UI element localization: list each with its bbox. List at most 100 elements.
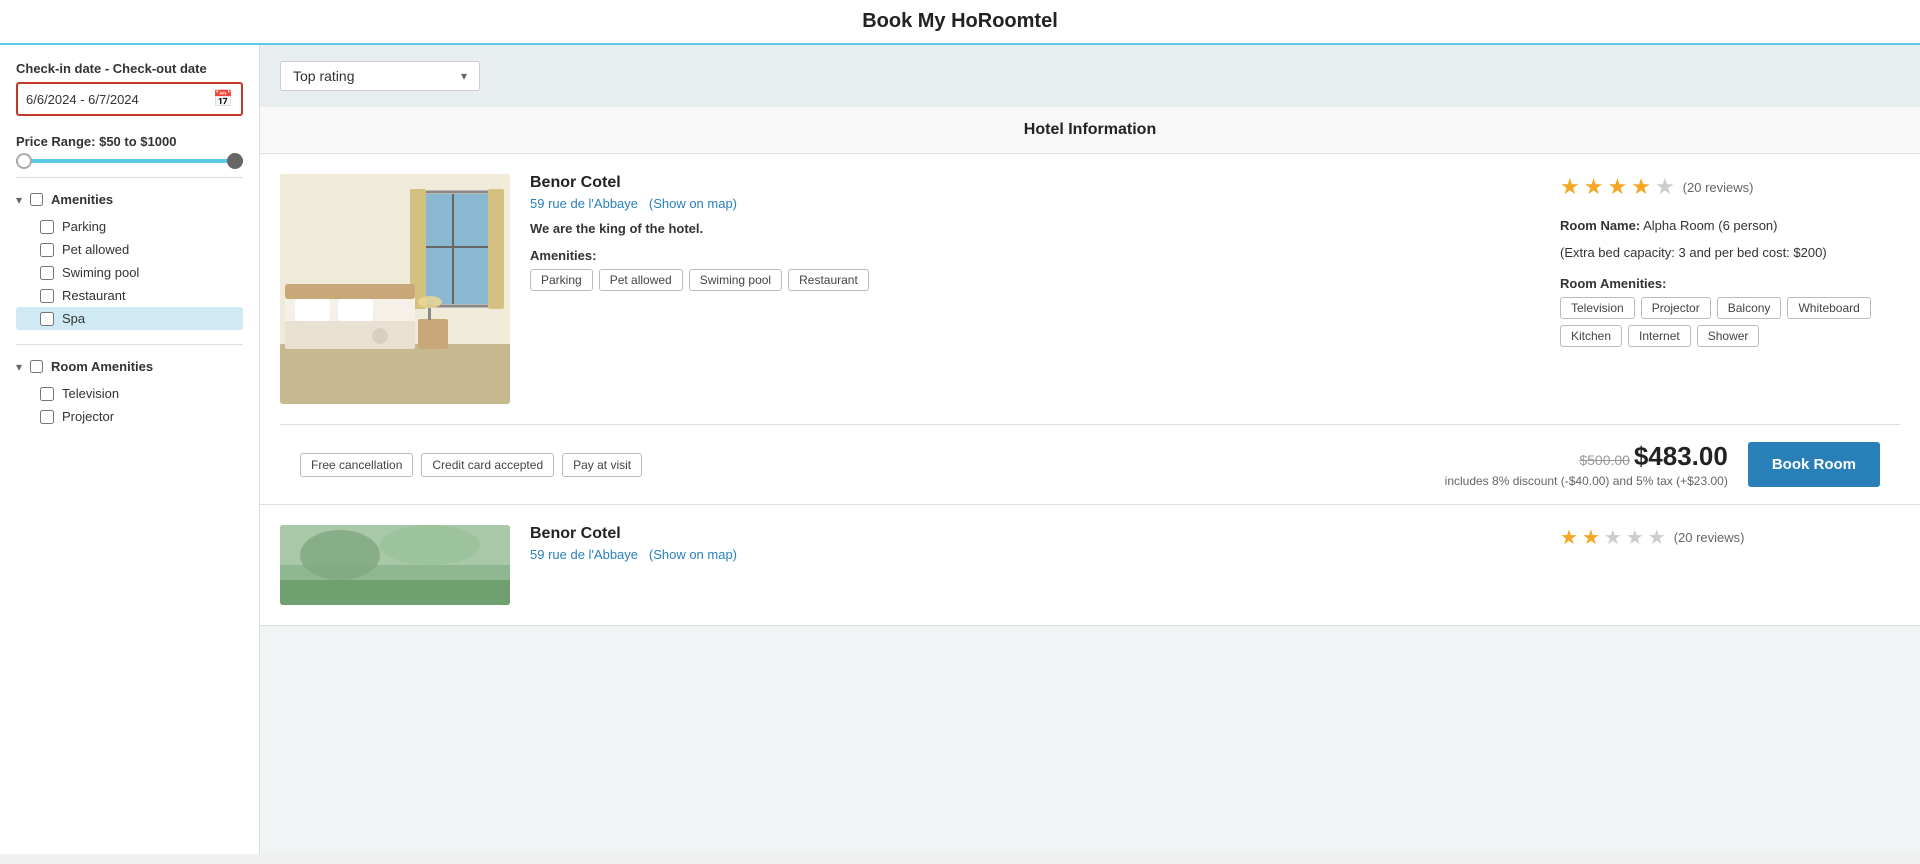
amenity-tag-restaurant: Restaurant	[788, 269, 869, 291]
sort-label: Top rating	[293, 68, 354, 84]
hotel-right-panel-2: ★ ★ ★ ★ ★ (20 reviews)	[1560, 525, 1900, 585]
section-title: Hotel Information	[1024, 121, 1156, 138]
booking-footer-1: Free cancellation Credit card accepted P…	[280, 424, 1900, 504]
date-value: 6/6/2024 - 6/7/2024	[26, 92, 139, 107]
sort-bar: Top rating ▾	[260, 45, 1920, 107]
hotel-address-2: 59 rue de l'Abbaye (Show on map)	[530, 547, 1530, 562]
amenity-tag-swiming-pool: Swiming pool	[689, 269, 782, 291]
policy-pay-at-visit: Pay at visit	[562, 453, 642, 477]
room-amenities-section-label-1: Room Amenities:	[1560, 276, 1900, 291]
pricing-section-1: $500.00 $483.00 includes 8% discount (-$…	[1445, 441, 1728, 488]
divider-1	[16, 177, 243, 178]
room-amenity-tags-1: Television Projector Balcony Whiteboard …	[1560, 297, 1900, 347]
star-5: ★	[1655, 174, 1675, 200]
reviews-count-2: (20 reviews)	[1674, 530, 1745, 545]
star2-3: ★	[1604, 525, 1622, 550]
star2-4: ★	[1626, 525, 1644, 550]
amenity-tag-parking: Parking	[530, 269, 593, 291]
sort-dropdown[interactable]: Top rating ▾	[280, 61, 480, 91]
star-4: ★	[1631, 174, 1651, 200]
stars-row-1: ★ ★ ★ ★ ★ (20 reviews)	[1560, 174, 1900, 200]
room-tag-internet: Internet	[1628, 325, 1691, 347]
television-checkbox[interactable]	[40, 387, 54, 401]
amenity-spa[interactable]: Spa	[16, 307, 243, 330]
room-tag-shower: Shower	[1697, 325, 1760, 347]
hotel-image-1	[280, 174, 510, 404]
room-amenity-projector[interactable]: Projector	[16, 405, 243, 428]
parking-label: Parking	[62, 219, 106, 234]
discount-info-1: includes 8% discount (-$40.00) and 5% ta…	[1445, 474, 1728, 488]
star2-2: ★	[1582, 525, 1600, 550]
hotel-address-link-1[interactable]: 59 rue de l'Abbaye	[530, 196, 638, 211]
swiming-pool-label: Swiming pool	[62, 265, 139, 280]
hotel-right-panel-1: ★ ★ ★ ★ ★ (20 reviews) Room Name: Alpha …	[1560, 174, 1900, 404]
date-input[interactable]: 6/6/2024 - 6/7/2024 📅	[16, 82, 243, 116]
sidebar: Check-in date - Check-out date 6/6/2024 …	[0, 45, 260, 854]
hotel-details-2: Benor Cotel 59 rue de l'Abbaye (Show on …	[530, 525, 1540, 585]
price-range-label: Price Range: $50 to $1000	[16, 134, 243, 149]
calendar-icon: 📅	[213, 89, 233, 109]
date-label: Check-in date - Check-out date	[16, 61, 243, 76]
room-tag-whiteboard: Whiteboard	[1787, 297, 1870, 319]
hotel-address-link-2[interactable]: 59 rue de l'Abbaye	[530, 547, 638, 562]
restaurant-label: Restaurant	[62, 288, 126, 303]
amenities-collapse-icon: ▾	[16, 193, 22, 207]
star-1: ★	[1560, 174, 1580, 200]
amenity-restaurant[interactable]: Restaurant	[16, 284, 243, 307]
room-amenity-television[interactable]: Television	[16, 382, 243, 405]
restaurant-checkbox[interactable]	[40, 289, 54, 303]
content-area: Top rating ▾ Hotel Information	[260, 45, 1920, 854]
room-amenities-collapse-icon: ▾	[16, 360, 22, 374]
projector-label: Projector	[62, 409, 114, 424]
amenities-master-checkbox[interactable]	[30, 193, 43, 206]
room-amenities-filter: ▾ Room Amenities Television Projector	[16, 359, 243, 428]
amenities-header[interactable]: ▾ Amenities	[16, 192, 243, 207]
hotel-card-2: Benor Cotel 59 rue de l'Abbaye (Show on …	[260, 505, 1920, 626]
stars-row-2: ★ ★ ★ ★ ★ (20 reviews)	[1560, 525, 1900, 550]
room-name-label: Room Name:	[1560, 218, 1640, 233]
hotel-name-2: Benor Cotel	[530, 525, 1530, 543]
amenity-tags-1: Parking Pet allowed Swiming pool Restaur…	[530, 269, 1530, 291]
amenities-filter: ▾ Amenities Parking Pet allowed Swiming …	[16, 192, 243, 330]
star2-5: ★	[1648, 525, 1666, 550]
hotel-map-link-2[interactable]: (Show on map)	[649, 547, 737, 562]
spa-label: Spa	[62, 311, 85, 326]
pet-allowed-label: Pet allowed	[62, 242, 129, 257]
parking-checkbox[interactable]	[40, 220, 54, 234]
pet-allowed-checkbox[interactable]	[40, 243, 54, 257]
hotel-details-1: Benor Cotel 59 rue de l'Abbaye (Show on …	[530, 174, 1540, 404]
swiming-pool-checkbox[interactable]	[40, 266, 54, 280]
original-price-1: $500.00	[1579, 452, 1630, 468]
app-title: Book My HoRoomtel	[0, 10, 1920, 33]
book-room-button-1[interactable]: Book Room	[1748, 442, 1880, 487]
hotel-image-2	[280, 525, 510, 605]
policy-free-cancellation: Free cancellation	[300, 453, 413, 477]
amenity-pet-allowed[interactable]: Pet allowed	[16, 238, 243, 261]
discounted-price-1: $483.00	[1634, 441, 1728, 471]
divider-2	[16, 344, 243, 345]
room-tag-kitchen: Kitchen	[1560, 325, 1622, 347]
hotel-description-1: We are the king of the hotel.	[530, 221, 1530, 236]
room-amenities-master-checkbox[interactable]	[30, 360, 43, 373]
hotel-card-1: Benor Cotel 59 rue de l'Abbaye (Show on …	[260, 154, 1920, 505]
hotel-map-link-1[interactable]: (Show on map)	[649, 196, 737, 211]
amenities-section-label-1: Amenities:	[530, 248, 1530, 263]
app-header: Book My HoRoomtel	[0, 0, 1920, 45]
star-3: ★	[1607, 174, 1627, 200]
room-tag-projector: Projector	[1641, 297, 1711, 319]
spa-checkbox[interactable]	[40, 312, 54, 326]
reviews-count-1: (20 reviews)	[1683, 180, 1754, 195]
price-slider[interactable]	[16, 159, 243, 163]
hotel-address-1: 59 rue de l'Abbaye (Show on map)	[530, 196, 1530, 211]
room-tag-balcony: Balcony	[1717, 297, 1782, 319]
television-label: Television	[62, 386, 119, 401]
amenity-parking[interactable]: Parking	[16, 215, 243, 238]
booking-policies-1: Free cancellation Credit card accepted P…	[300, 453, 642, 477]
star-2: ★	[1584, 174, 1604, 200]
policy-credit-card: Credit card accepted	[421, 453, 554, 477]
extra-bed-info-1: (Extra bed capacity: 3 and per bed cost:…	[1560, 243, 1900, 264]
projector-checkbox[interactable]	[40, 410, 54, 424]
room-amenities-header[interactable]: ▾ Room Amenities	[16, 359, 243, 374]
amenity-swiming-pool[interactable]: Swiming pool	[16, 261, 243, 284]
sort-arrow-icon: ▾	[461, 69, 467, 83]
